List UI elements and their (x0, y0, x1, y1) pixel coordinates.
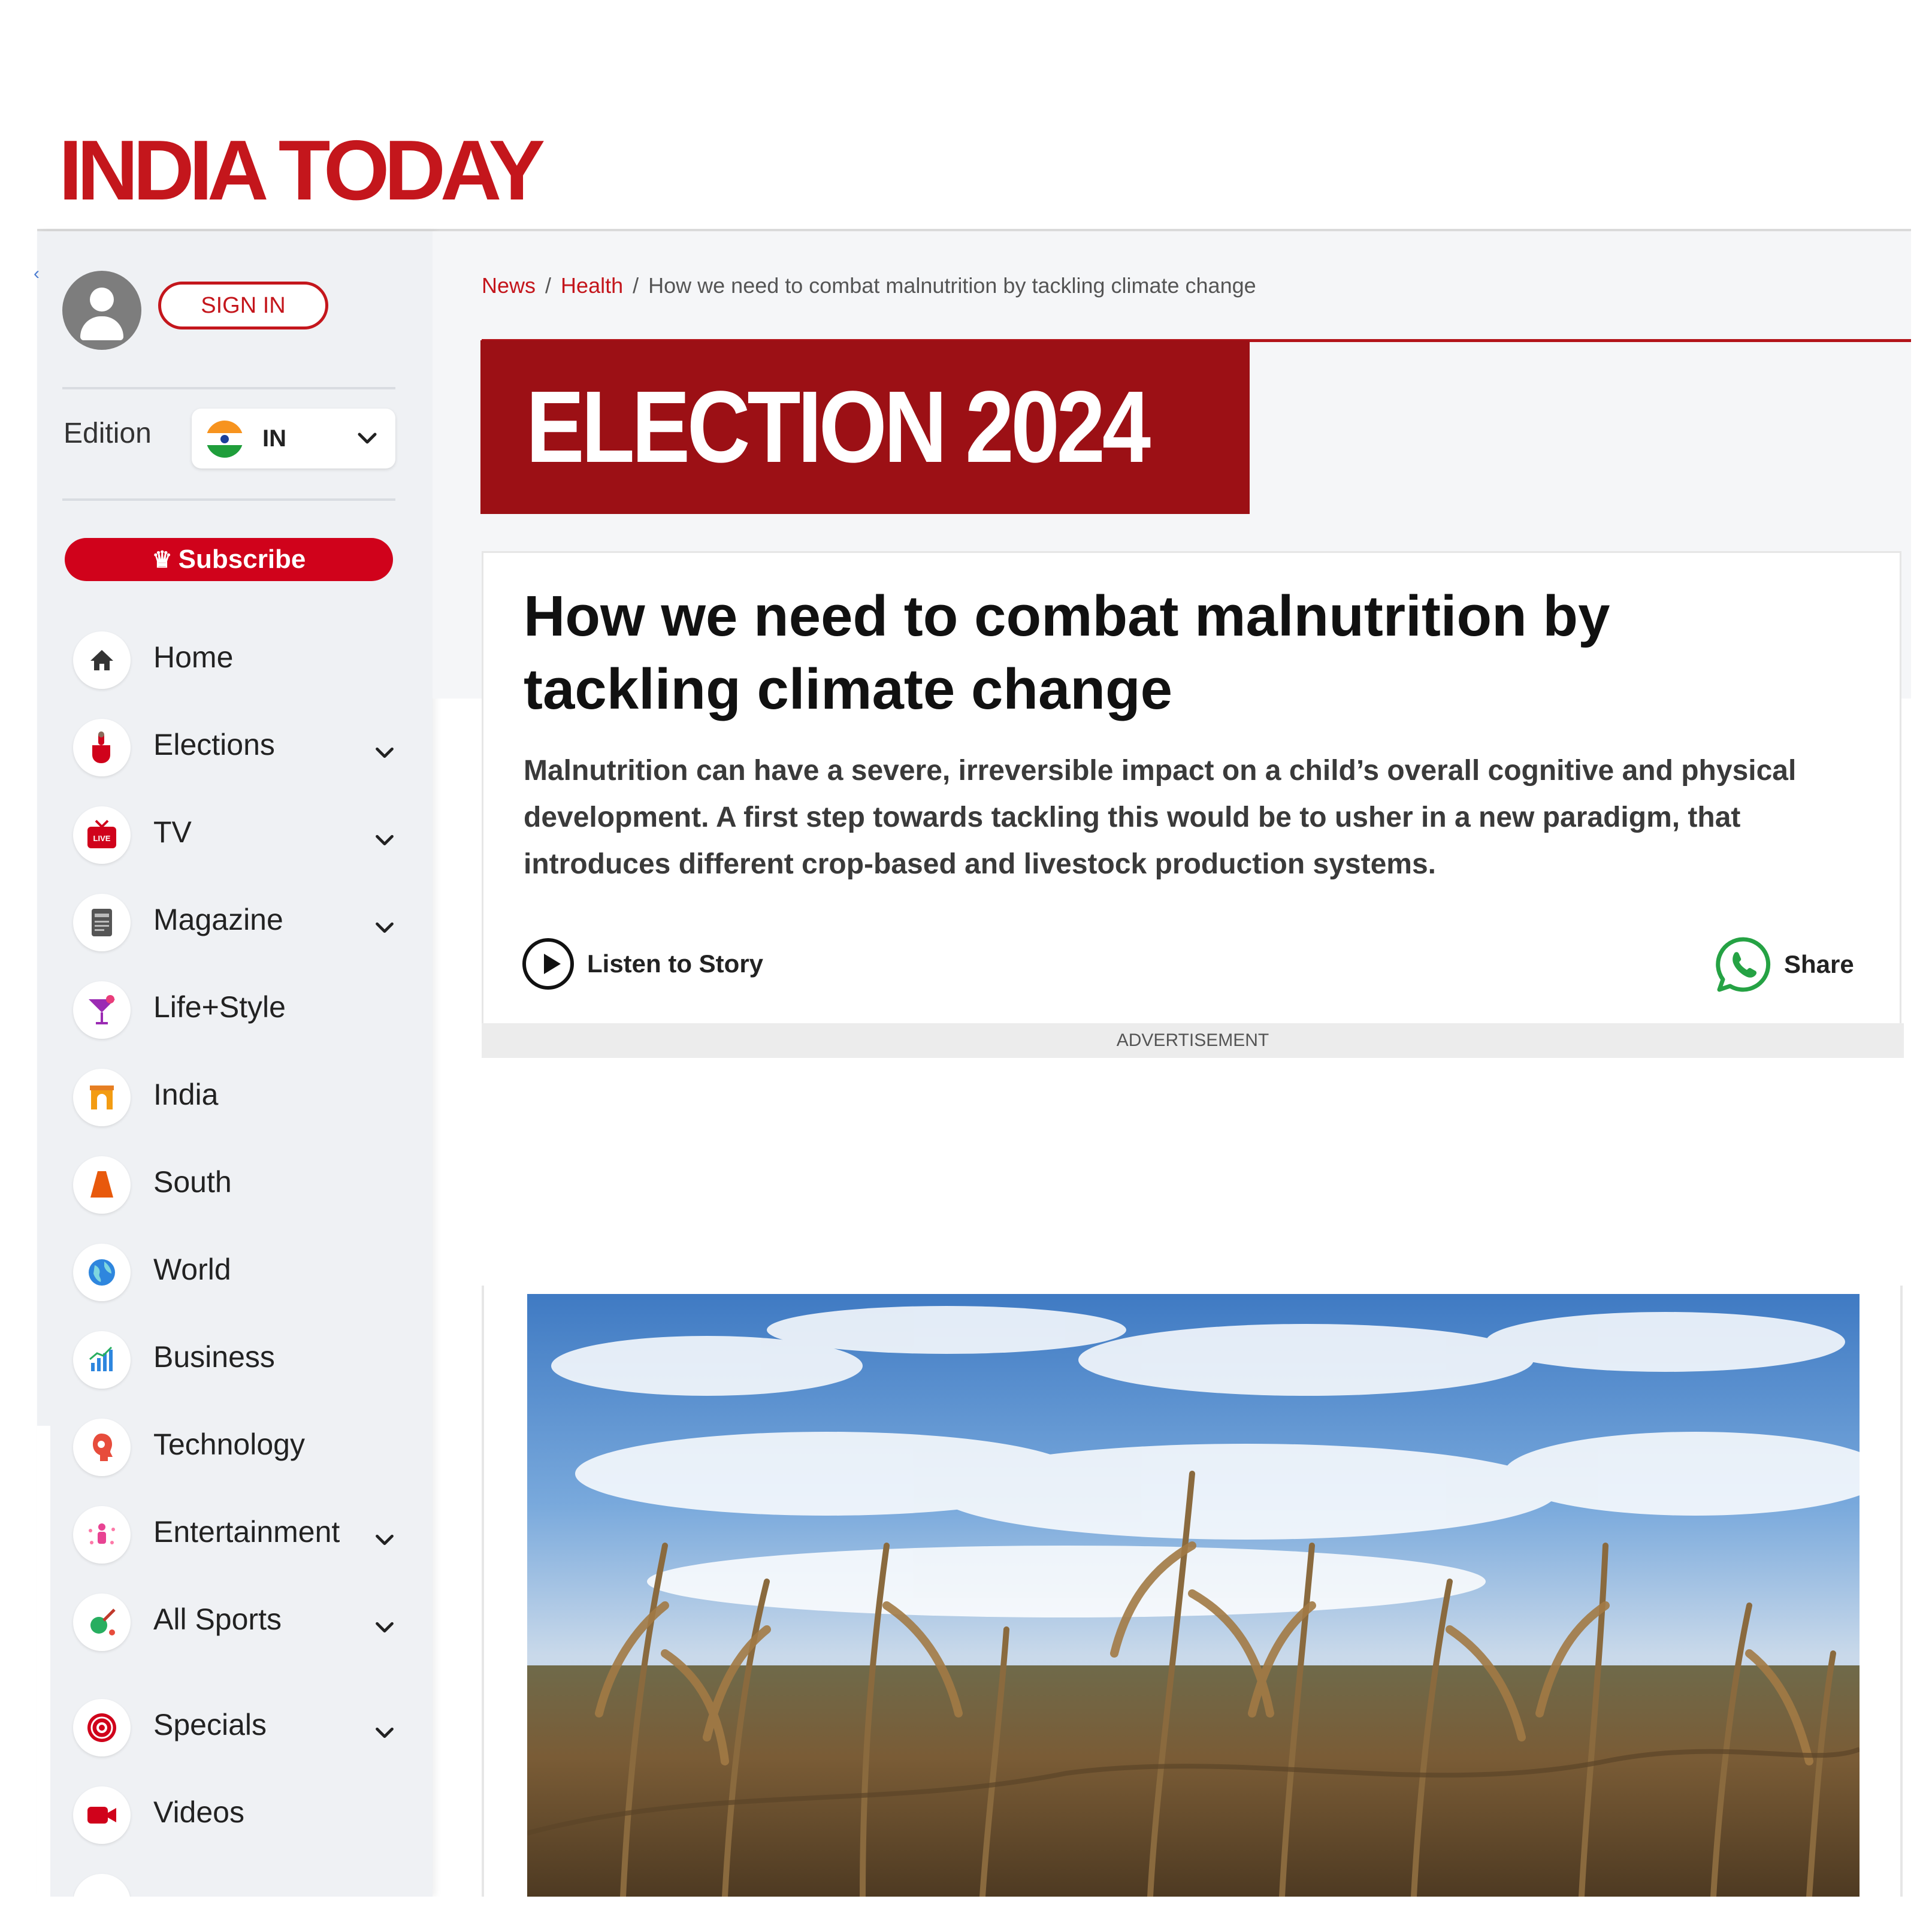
sidebar-item-label: Life+Style (153, 990, 286, 1024)
sidebar-item-label: Home (153, 640, 234, 674)
fact-check-icon (73, 1874, 131, 1897)
sidebar-item-label: India (153, 1078, 219, 1111)
edition-code: IN (262, 425, 286, 452)
dry-cornfield-image (527, 1294, 1860, 1897)
svg-text:LIVE: LIVE (93, 834, 111, 843)
article-hero-image (527, 1294, 1860, 1897)
sidebar-item-world[interactable]: World (73, 1238, 409, 1304)
subscribe-label: Subscribe (178, 545, 306, 574)
sports-icon (73, 1594, 131, 1651)
chevron-down-icon (358, 433, 377, 444)
election-banner-text: ELECTION 2024 (526, 370, 1151, 484)
video-icon (73, 1786, 131, 1844)
sign-in-button[interactable]: SIGN IN (158, 282, 328, 329)
sidebar-item-technology[interactable]: Technology (73, 1413, 409, 1478)
sidebar-item-label: World (153, 1253, 231, 1286)
sidebar-item-tv[interactable]: LIVE TV (73, 800, 409, 866)
listen-to-story-button[interactable]: Listen to Story (522, 938, 763, 990)
sidebar-item-business[interactable]: Business (73, 1325, 409, 1391)
sidebar-item-label: Videos (153, 1795, 244, 1829)
advertisement-label: ADVERTISEMENT (482, 1023, 1904, 1058)
listen-label: Listen to Story (587, 950, 764, 978)
india-flag-icon (206, 421, 243, 458)
photo-frame-right (1900, 1286, 1903, 1897)
sidebar-item-label: South (153, 1165, 232, 1199)
user-avatar-icon[interactable] (62, 271, 141, 350)
election-banner[interactable]: ELECTION 2024 (480, 340, 1250, 514)
breadcrumb: News / Health / How we need to combat malnut… (482, 273, 1256, 298)
crown-icon: ♛ (152, 547, 173, 573)
sidebar-item-south[interactable]: South (73, 1150, 409, 1216)
chevron-down-icon[interactable] (370, 826, 399, 854)
sidebar-item-magazine[interactable]: Magazine (73, 888, 409, 954)
chevron-down-icon[interactable] (370, 913, 399, 942)
sidebar-item-label: Entertainment (153, 1515, 340, 1549)
advertisement-slot (471, 1059, 1911, 1287)
edition-label: Edition (64, 418, 152, 449)
sidebar-item-partial[interactable] (73, 1868, 409, 1897)
sidebar-item-videos[interactable]: Videos (73, 1780, 409, 1846)
breadcrumb-news[interactable]: News (482, 273, 536, 298)
tech-head-icon (73, 1419, 131, 1476)
sidebar-item-home[interactable]: Home (73, 625, 409, 691)
sidebar-item-label: Magazine (153, 903, 283, 936)
sidebar-item-india[interactable]: India (73, 1063, 409, 1129)
live-tv-icon: LIVE (73, 806, 131, 864)
chevron-down-icon[interactable] (370, 738, 399, 767)
sidebar-item-all-sports[interactable]: All Sports (73, 1588, 409, 1653)
home-icon (73, 631, 131, 689)
chevron-down-icon[interactable] (370, 1525, 399, 1554)
specials-icon (73, 1699, 131, 1756)
sidebar-item-entertainment[interactable]: Entertainment (73, 1500, 409, 1566)
sidebar-item-label: TV (153, 815, 192, 849)
divider (62, 387, 395, 389)
magazine-icon (73, 894, 131, 951)
breadcrumb-health[interactable]: Health (561, 273, 623, 298)
share-label: Share (1784, 950, 1854, 978)
chevron-down-icon[interactable] (370, 1613, 399, 1641)
cocktail-icon (73, 981, 131, 1039)
article-summary: Malnutrition can have a severe, irrevers… (524, 755, 1797, 880)
play-icon (522, 938, 574, 990)
bar-chart-icon (73, 1331, 131, 1389)
sidebar-item-label: Business (153, 1340, 275, 1374)
sidebar-item-label: Elections (153, 728, 275, 761)
sidebar-item-specials[interactable]: Specials (73, 1693, 409, 1759)
sidebar-item-elections[interactable]: Elections (73, 713, 409, 779)
collapse-sidebar-icon[interactable]: ‹ (34, 264, 40, 284)
sidebar-item-label: Specials (153, 1708, 267, 1741)
whatsapp-icon (1716, 937, 1771, 992)
subscribe-button[interactable]: ♛ Subscribe (65, 538, 393, 581)
site-logo[interactable]: INDIA TODAY (59, 126, 545, 216)
sidebar-item-label: Technology (153, 1428, 305, 1461)
article-headline: How we need to combat malnutrition by ta… (524, 584, 1610, 721)
breadcrumb-current: How we need to combat malnutrition by ta… (648, 273, 1256, 298)
globe-icon (73, 1244, 131, 1301)
photo-frame-left (482, 1286, 484, 1897)
sidebar-item-label: All Sports (153, 1602, 282, 1636)
share-button[interactable]: Share (1713, 935, 1854, 994)
page-bottom (0, 1897, 1932, 1917)
vote-hand-icon (73, 719, 131, 776)
sidebar-item-lifestyle[interactable]: Life+Style (73, 975, 409, 1041)
south-temple-icon (73, 1156, 131, 1214)
entertainment-icon (73, 1506, 131, 1564)
divider (62, 498, 395, 501)
india-gate-icon (73, 1069, 131, 1126)
edition-select[interactable]: IN (192, 409, 395, 468)
chevron-down-icon[interactable] (370, 1718, 399, 1747)
sidebar-edge (37, 1426, 50, 1899)
